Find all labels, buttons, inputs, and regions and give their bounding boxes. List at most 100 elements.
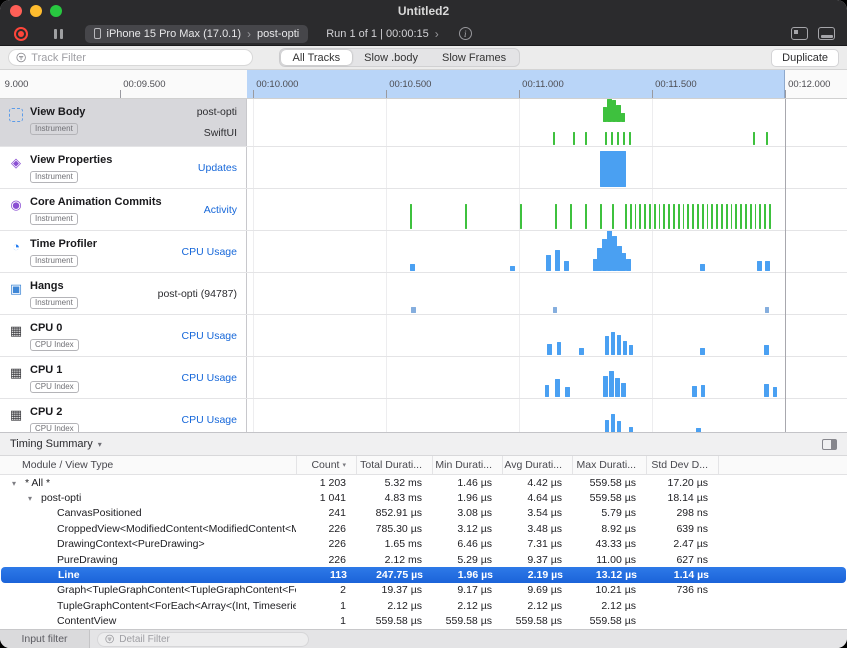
track-detail-link[interactable]: CPU Usage xyxy=(182,246,237,258)
detail-filter-field[interactable] xyxy=(97,632,309,647)
pause-button[interactable] xyxy=(54,29,63,39)
summary-value-cell: 241 xyxy=(296,507,356,519)
summary-column-header[interactable]: Std Dev D... xyxy=(646,456,718,474)
header-filler xyxy=(718,456,847,474)
disclosure-triangle[interactable]: ▾ xyxy=(28,494,41,503)
track-detail-link[interactable]: Activity xyxy=(204,204,237,216)
detail-view-selector[interactable]: Timing Summary ▾ xyxy=(10,438,102,450)
record-button[interactable] xyxy=(14,27,28,41)
track-filter-input[interactable] xyxy=(31,52,245,64)
segment-slow-frames[interactable]: Slow Frames xyxy=(430,50,518,65)
track-graph[interactable] xyxy=(247,189,847,230)
track-header[interactable]: ▣HangsInstrumentpost-opti (94787) xyxy=(0,273,247,314)
column-header-label: Min Durati... xyxy=(435,459,492,471)
track-graph[interactable] xyxy=(247,147,847,188)
track-graph[interactable] xyxy=(247,231,847,272)
track-detail-link[interactable]: CPU Usage xyxy=(182,372,237,384)
ruler-tick-mark xyxy=(785,90,786,98)
graph-bar xyxy=(615,378,620,397)
graph-bar xyxy=(546,255,551,271)
track-header[interactable]: ▦CPU 1CPU IndexCPU Usage xyxy=(0,357,247,398)
summary-row[interactable]: ▾* All *1 2035.32 ms1.46 µs4.42 µs559.58… xyxy=(0,475,847,490)
module-label: PureDrawing xyxy=(57,554,118,566)
track-detail-link[interactable]: CPU Usage xyxy=(182,330,237,342)
graph-bar xyxy=(630,204,632,229)
summary-row[interactable]: PureDrawing2262.12 ms5.29 µs9.37 µs11.00… xyxy=(0,552,847,567)
summary-row[interactable]: Line113247.75 µs1.96 µs2.19 µs13.12 µs1.… xyxy=(1,567,846,582)
graph-bar xyxy=(673,204,675,229)
input-filter-label[interactable]: Input filter xyxy=(0,630,90,648)
ruler-tick-mark xyxy=(652,90,653,98)
minimize-button[interactable] xyxy=(30,5,42,17)
close-button[interactable] xyxy=(10,5,22,17)
graph-bar xyxy=(553,132,555,145)
graph-bar xyxy=(603,376,608,397)
track-header[interactable]: ◔Time ProfilerInstrumentCPU Usage xyxy=(0,231,247,272)
summary-row[interactable]: TupleGraphContent<ForEach<Array<(Int, Ti… xyxy=(0,598,847,613)
graph-bar xyxy=(617,335,622,355)
summary-column-header[interactable]: Module / View Type xyxy=(0,456,296,474)
titlebar[interactable]: Untitled2 xyxy=(0,0,847,22)
summary-header-row: Module / View TypeCount▾Total Durati...M… xyxy=(0,456,847,475)
inspector-toggle-icon[interactable] xyxy=(822,439,837,450)
duplicate-button[interactable]: Duplicate xyxy=(771,49,839,67)
summary-column-header[interactable]: Total Durati... xyxy=(356,456,432,474)
track-row[interactable]: ◔Time ProfilerInstrumentCPU Usage xyxy=(0,231,847,273)
track-row[interactable]: ▦CPU 1CPU IndexCPU Usage xyxy=(0,357,847,399)
track-detail-link[interactable]: CPU Usage xyxy=(182,414,237,426)
track-row[interactable]: ▦CPU 0CPU IndexCPU Usage xyxy=(0,315,847,357)
summary-value-cell: 2.12 µs xyxy=(356,600,432,612)
column-header-label: Module / View Type xyxy=(22,459,113,471)
summary-value-cell: 3.54 µs xyxy=(502,507,572,519)
track-graph[interactable] xyxy=(247,357,847,398)
chevron-right-icon[interactable]: › xyxy=(435,28,439,40)
summary-row[interactable]: Graph<TupleGraphContent<TupleGraphConten… xyxy=(0,583,847,598)
zoom-button[interactable] xyxy=(50,5,62,17)
summary-column-header[interactable]: Avg Durati... xyxy=(502,456,572,474)
track-header[interactable]: ◉Core Animation CommitsInstrumentActivit… xyxy=(0,189,247,230)
track-header[interactable]: View BodyInstrumentpost-optiSwiftUI xyxy=(0,99,247,146)
graph-bar xyxy=(721,204,723,229)
track-header[interactable]: ▦CPU 2CPU IndexCPU Usage xyxy=(0,399,247,432)
summary-column-header[interactable]: Max Durati... xyxy=(572,456,646,474)
track-row[interactable]: ▣HangsInstrumentpost-opti (94787) xyxy=(0,273,847,315)
info-icon[interactable]: i xyxy=(459,27,472,40)
track-header[interactable]: ◈View PropertiesInstrumentUpdates xyxy=(0,147,247,188)
summary-row[interactable]: CanvasPositioned241852.91 µs3.08 µs3.54 … xyxy=(0,506,847,521)
summary-row[interactable]: DrawingContext<PureDrawing>2261.65 ms6.4… xyxy=(0,537,847,552)
track-graph[interactable] xyxy=(247,99,847,146)
summary-row[interactable]: ContentView1559.58 µs559.58 µs559.58 µs5… xyxy=(0,614,847,629)
track-graph[interactable] xyxy=(247,315,847,356)
track-header[interactable]: ▦CPU 0CPU IndexCPU Usage xyxy=(0,315,247,356)
summary-column-header[interactable]: Count▾ xyxy=(296,456,356,474)
bottom-panel-toggle-icon[interactable] xyxy=(818,27,835,40)
run-navigator[interactable]: Run 1 of 1 | 00:00:15 › xyxy=(326,28,439,40)
track-filter-field[interactable] xyxy=(8,49,253,66)
graph-bar xyxy=(697,204,699,229)
summary-value-cell: 17.20 µs xyxy=(646,477,718,489)
summary-column-header[interactable]: Min Durati... xyxy=(432,456,502,474)
disclosure-triangle[interactable]: ▾ xyxy=(12,479,25,488)
track-row[interactable]: ◉Core Animation CommitsInstrumentActivit… xyxy=(0,189,847,231)
track-graph[interactable] xyxy=(247,399,847,432)
graph-bar xyxy=(623,132,625,145)
summary-row[interactable]: CroppedView<ModifiedContent<ModifiedCont… xyxy=(0,521,847,536)
track-graph[interactable] xyxy=(247,273,847,314)
summary-row[interactable]: ▾post-opti1 0414.83 ms1.96 µs4.64 µs559.… xyxy=(0,490,847,505)
track-lane xyxy=(247,357,847,398)
detail-filter-input[interactable] xyxy=(119,634,301,645)
graph-bar xyxy=(692,386,697,397)
track-detail-link[interactable]: Updates xyxy=(198,162,237,174)
track-row[interactable]: View BodyInstrumentpost-optiSwiftUI xyxy=(0,99,847,147)
graph-bar xyxy=(520,204,522,229)
timeline-ruler[interactable]: 9.00000:09.50000:10.00000:10.50000:11.00… xyxy=(0,70,847,99)
track-row[interactable]: ▦CPU 2CPU IndexCPU Usage xyxy=(0,399,847,432)
segment-slow-body[interactable]: Slow .body xyxy=(352,50,430,65)
module-label: post-opti xyxy=(41,492,81,504)
track-lanes xyxy=(247,399,847,432)
device-selector[interactable]: iPhone 15 Pro Max (17.0.1) › post-opti xyxy=(85,25,309,43)
segment-all-tracks[interactable]: All Tracks xyxy=(280,50,352,65)
graph-bar xyxy=(600,204,602,229)
library-icon[interactable] xyxy=(791,27,808,40)
track-row[interactable]: ◈View PropertiesInstrumentUpdates xyxy=(0,147,847,189)
